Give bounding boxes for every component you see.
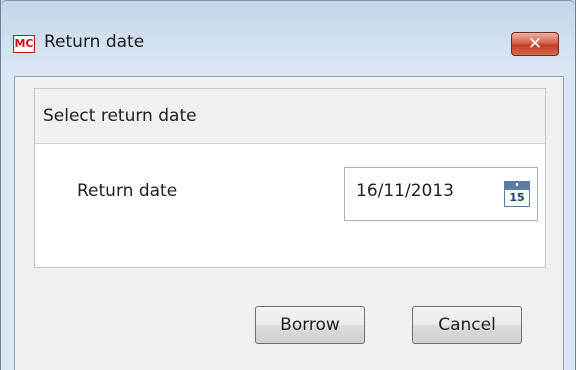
close-icon: ✕ — [527, 34, 543, 54]
window-title: Return date — [44, 32, 145, 52]
return-date-picker[interactable]: 16/11/2013 15 — [344, 167, 538, 221]
close-button[interactable]: ✕ — [511, 32, 559, 56]
return-date-group: Select return date Return date 16/11/201… — [34, 88, 546, 268]
return-date-input[interactable]: 16/11/2013 — [356, 181, 454, 201]
calendar-icon-ring — [516, 183, 518, 186]
mc-logo-icon: MC — [13, 35, 35, 53]
cancel-button[interactable]: Cancel — [412, 306, 522, 344]
return-date-label: Return date — [77, 181, 178, 201]
title-bar[interactable]: MC Return date ✕ — [1, 0, 575, 77]
borrow-button[interactable]: Borrow — [255, 306, 365, 344]
calendar-icon-day: 15 — [509, 191, 525, 204]
dialog-body: Select return date Return date 16/11/201… — [14, 76, 564, 370]
dialog-window: MC Return date ✕ Select return date Retu… — [0, 0, 576, 370]
calendar-icon[interactable]: 15 — [504, 181, 530, 207]
group-header: Select return date — [35, 89, 545, 144]
